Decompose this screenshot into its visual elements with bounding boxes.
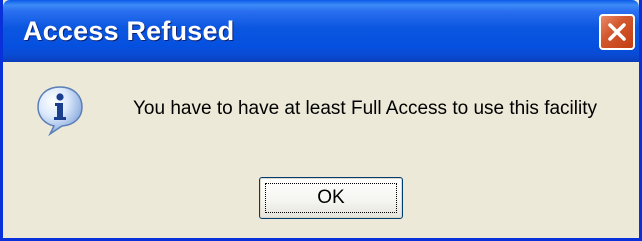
- ok-button[interactable]: OK: [259, 177, 403, 219]
- ok-button-label: OK: [317, 187, 345, 208]
- info-icon: [37, 86, 83, 136]
- dialog-title: Access Refused: [23, 16, 235, 46]
- title-bar[interactable]: Access Refused: [3, 0, 639, 62]
- close-icon: [608, 23, 626, 41]
- access-refused-dialog: Access Refused You have to have at least…: [0, 0, 642, 241]
- dialog-message: You have to have at least Full Access to…: [133, 98, 597, 119]
- close-button[interactable]: [599, 14, 635, 50]
